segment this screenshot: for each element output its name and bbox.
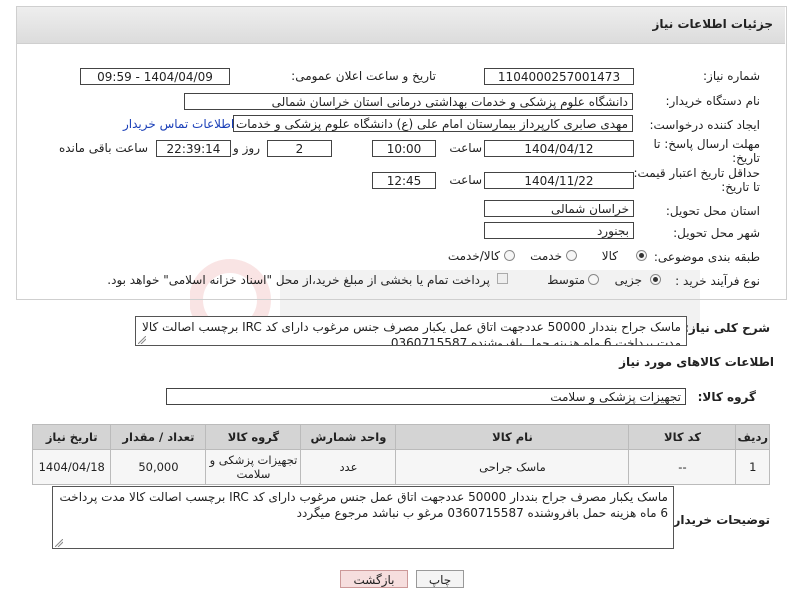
- process-radio-medium[interactable]: [588, 274, 599, 285]
- price-validity-label: حداقل تاریخ اعتبار قیمت: تا تاریخ:: [633, 166, 760, 194]
- cell-row: 1: [735, 449, 770, 485]
- process-option-minor: جزیی: [614, 273, 642, 287]
- goods-table: ردیف کد کالا نام کالا واحد شمارش گروه کا…: [31, 424, 770, 485]
- panel-title: جزئیات اطلاعات نیاز: [652, 17, 773, 31]
- col-group-header: گروه کالا: [205, 424, 302, 450]
- description-label: شرح کلی نیاز:: [684, 321, 770, 335]
- cell-group: تجهیزات پزشکی و سلامت: [205, 449, 302, 485]
- category-option-goods: کالا: [601, 249, 618, 263]
- description-text: ماسک جراح بنددار 50000 عددجهت اتاق عمل ی…: [141, 320, 681, 346]
- need-number-label: شماره نیاز:: [703, 69, 760, 83]
- delivery-city-label: شهر محل تحویل:: [673, 226, 760, 240]
- treasury-payment-checkbox[interactable]: [497, 273, 508, 284]
- cell-code: --: [628, 449, 737, 485]
- cell-unit: عدد: [300, 449, 397, 485]
- reply-hour-label: ساعت: [449, 141, 482, 155]
- category-radio-goods-service[interactable]: [504, 250, 515, 261]
- goods-info-heading: اطلاعات کالاهای مورد نیاز: [619, 355, 774, 369]
- reply-time-field: 10:00: [372, 140, 436, 157]
- days-left-field: 2: [267, 140, 332, 157]
- hours-left-label: ساعت باقی مانده: [58, 141, 148, 155]
- goods-group-label: گروه کالا:: [697, 390, 756, 404]
- col-name-header: نام کالا: [395, 424, 630, 450]
- payment-note: پرداخت تمام یا بخشی از مبلغ خرید،از محل …: [107, 273, 490, 287]
- process-radio-minor[interactable]: [650, 274, 661, 285]
- category-option-service: خدمت: [530, 249, 562, 263]
- cell-qty: 50,000: [110, 449, 207, 485]
- col-date-header: تاریخ نیاز: [31, 424, 112, 450]
- goods-table-header-row: ردیف کد کالا نام کالا واحد شمارش گروه کا…: [31, 424, 770, 450]
- validity-time-field: 12:45: [372, 172, 436, 189]
- buyer-contact-link[interactable]: اطلاعات تماس خریدار: [123, 117, 234, 131]
- announce-datetime-label: تاریخ و ساعت اعلان عمومی:: [291, 69, 436, 83]
- table-row: 1 -- ماسک جراحی عدد تجهیزات پزشکی و سلام…: [31, 449, 770, 485]
- col-code-header: کد کالا: [628, 424, 737, 450]
- resize-grip-icon[interactable]: [138, 336, 146, 344]
- validity-date-field: 1404/11/22: [484, 172, 634, 189]
- time-left-field: 22:39:14: [156, 140, 231, 157]
- buyer-notes-label: توضیحات خریدار:: [668, 513, 770, 527]
- col-row-header: ردیف: [735, 424, 770, 450]
- process-type-label: نوع فرآیند خرید :: [675, 274, 760, 288]
- city-field: بجنورد: [484, 222, 634, 239]
- requester-field: مهدی صابری کارپرداز بیمارستان امام علی (…: [233, 115, 633, 132]
- print-button[interactable]: چاپ: [416, 570, 464, 588]
- buyer-notes-text: ماسک یکبار مصرف جراح بنددار 50000 عددجهت…: [59, 490, 669, 520]
- description-textarea[interactable]: ماسک جراح بنددار 50000 عددجهت اتاق عمل ی…: [135, 316, 687, 346]
- col-unit-header: واحد شمارش: [300, 424, 397, 450]
- category-radio-service[interactable]: [566, 250, 577, 261]
- announce-datetime-field: 1404/04/09 - 09:59: [80, 68, 230, 85]
- category-option-goods-service: کالا/خدمت: [447, 249, 500, 263]
- back-button[interactable]: بازگشت: [340, 570, 408, 588]
- goods-group-field: تجهیزات پزشکی و سلامت: [166, 388, 686, 405]
- cell-name: ماسک جراحی: [395, 449, 630, 485]
- category-label: طبقه بندی موضوعی:: [653, 250, 760, 264]
- need-number-field: 1104000257001473: [484, 68, 634, 85]
- resize-grip-icon[interactable]: [55, 539, 63, 547]
- buyer-org-label: نام دستگاه خریدار:: [665, 94, 761, 108]
- panel-header: جزئیات اطلاعات نیاز: [17, 7, 785, 44]
- province-field: خراسان شمالی: [484, 200, 634, 217]
- category-radio-goods[interactable]: [636, 250, 647, 261]
- col-qty-header: تعداد / مقدار: [110, 424, 207, 450]
- reply-deadline-label: مهلت ارسال پاسخ: تا تاریخ:: [653, 137, 760, 165]
- process-option-medium: متوسط: [547, 273, 585, 287]
- delivery-province-label: استان محل تحویل:: [665, 204, 760, 218]
- buyer-notes-textarea[interactable]: ماسک یکبار مصرف جراح بنددار 50000 عددجهت…: [52, 486, 674, 549]
- day-and-label: روز و: [233, 141, 260, 155]
- validity-hour-label: ساعت: [449, 173, 482, 187]
- buyer-org-field: دانشگاه علوم پزشکی و خدمات بهداشتی درمان…: [184, 93, 633, 110]
- requester-label: ایجاد کننده درخواست:: [649, 118, 760, 132]
- cell-date: 1404/04/18: [31, 449, 112, 485]
- reply-date-field: 1404/04/12: [484, 140, 634, 157]
